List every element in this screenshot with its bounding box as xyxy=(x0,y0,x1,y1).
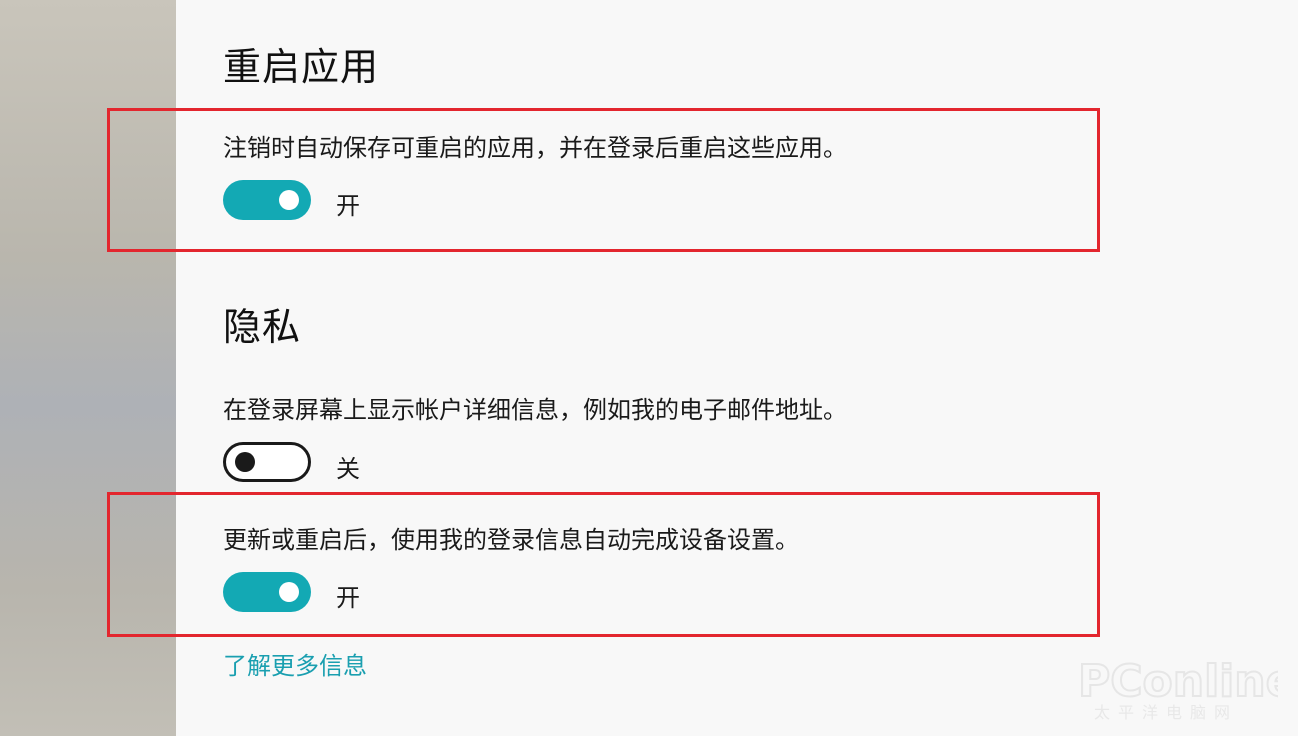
toggle-knob xyxy=(279,582,299,602)
toggle-knob xyxy=(235,452,255,472)
show-account-details-toggle-label: 关 xyxy=(336,455,360,483)
restart-apps-description: 注销时自动保存可重启的应用，并在登录后重启这些应用。 xyxy=(223,134,847,162)
watermark-tagline: 太平洋电脑网 xyxy=(1094,703,1238,722)
restart-apps-toggle[interactable] xyxy=(223,180,311,220)
privacy-heading: 隐私 xyxy=(223,305,302,349)
restart-apps-toggle-label: 开 xyxy=(336,192,360,220)
show-account-details-description: 在登录屏幕上显示帐户详细信息，例如我的电子邮件地址。 xyxy=(223,396,847,424)
watermark-brand: PConline xyxy=(1078,656,1278,707)
auto-finish-setup-toggle-label: 开 xyxy=(336,584,360,612)
restart-apps-heading: 重启应用 xyxy=(223,45,380,89)
highlight-box-auto-finish-setup xyxy=(107,492,1100,637)
show-account-details-toggle[interactable] xyxy=(223,442,311,482)
pconline-watermark-logo: PConline 太平洋电脑网 xyxy=(1078,655,1278,722)
toggle-knob xyxy=(279,190,299,210)
auto-finish-setup-toggle[interactable] xyxy=(223,572,311,612)
auto-finish-setup-description: 更新或重启后，使用我的登录信息自动完成设备设置。 xyxy=(223,526,799,554)
learn-more-link[interactable]: 了解更多信息 xyxy=(223,646,367,681)
